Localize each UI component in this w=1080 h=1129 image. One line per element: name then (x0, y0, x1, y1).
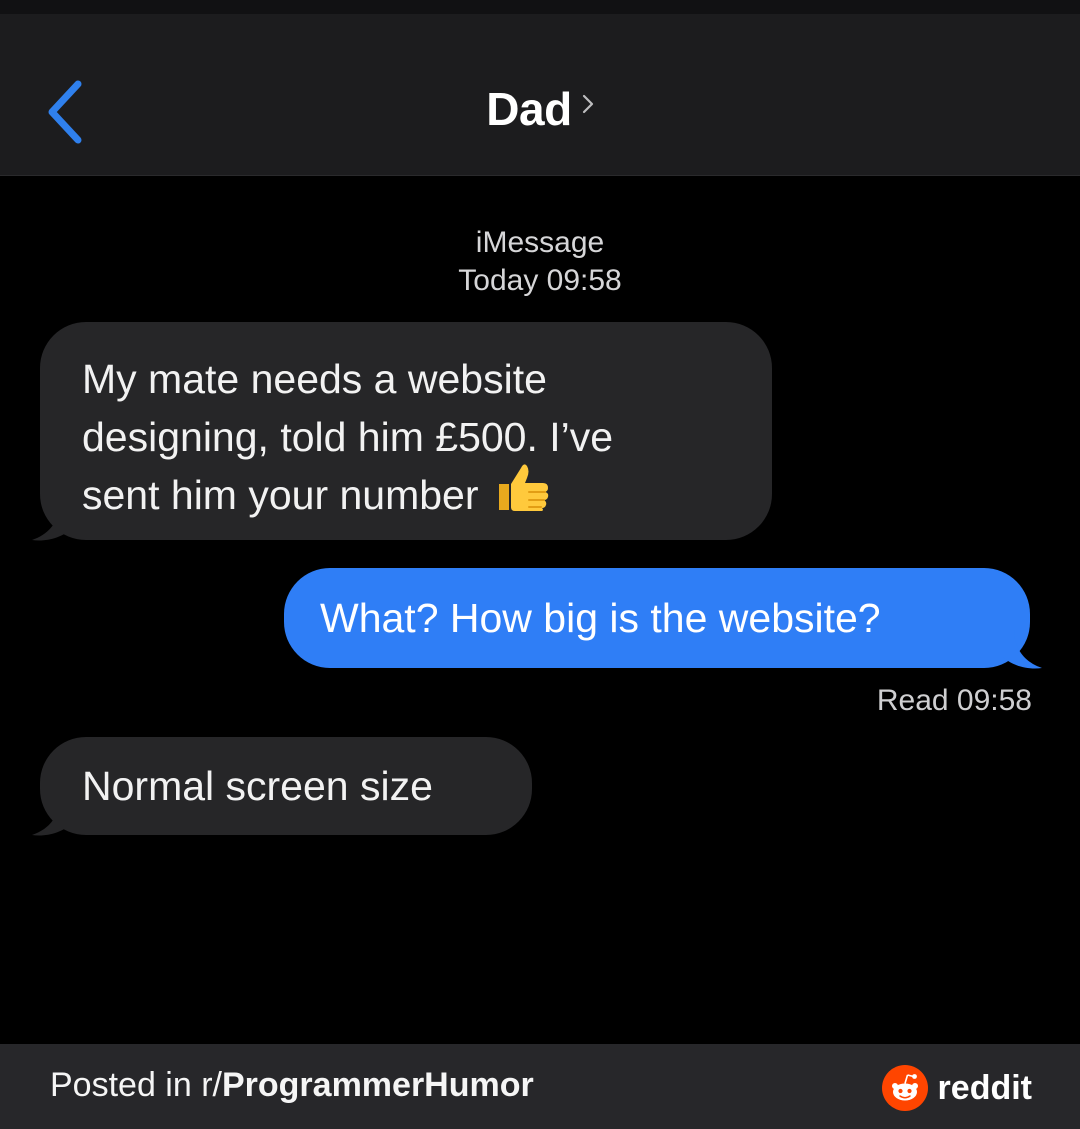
conversation-meta: iMessage Today 09:58 (0, 224, 1080, 300)
bubble-tail (1002, 630, 1042, 669)
message-line-with-emoji: sent him your number (82, 464, 742, 527)
reddit-alien-icon (881, 1065, 928, 1111)
incoming-message[interactable]: My mate needs a website designing, told … (32, 322, 772, 541)
conversation-timestamp: Today 09:58 (458, 264, 622, 297)
status-bar (0, 0, 1080, 14)
contact-name: Dad (486, 83, 572, 135)
reddit-brand[interactable]: reddit (881, 1064, 1032, 1112)
service-label: iMessage (475, 226, 605, 259)
posted-prefix: Posted in r/ (50, 1066, 222, 1104)
incoming-message[interactable]: Normal screen size (32, 737, 532, 836)
reddit-footer: Posted in r/ProgrammerHumor reddit (0, 1044, 1080, 1129)
message-line: designing, told him £500. I’ve (82, 414, 614, 460)
chevron-right-icon (582, 94, 594, 119)
outgoing-message[interactable]: What? How big is the website? (284, 568, 1042, 669)
message-line: sent him your number (82, 472, 479, 518)
posted-in-label: Posted in r/ProgrammerHumor (50, 1066, 534, 1105)
conversation-header: Dad (0, 0, 1080, 176)
subreddit-link[interactable]: ProgrammerHumor (222, 1066, 534, 1104)
read-receipt: Read 09:58 (876, 684, 1032, 717)
contact-details-link[interactable]: Dad (0, 82, 1080, 136)
thumbs-up-icon (493, 462, 553, 527)
bubble-tail (32, 502, 72, 541)
reddit-wordmark: reddit (937, 1068, 1032, 1107)
message-text: What? How big is the website? (320, 595, 881, 641)
message-line: My mate needs a website (82, 356, 547, 402)
bubble-tail (32, 797, 72, 836)
message-text: Normal screen size (82, 763, 433, 809)
